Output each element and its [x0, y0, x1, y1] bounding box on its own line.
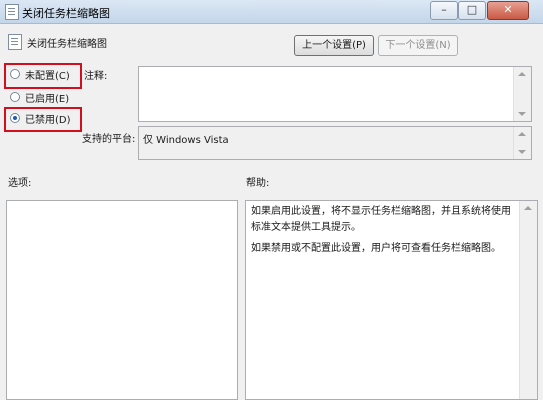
- radio-enabled[interactable]: 已启用(E): [10, 89, 69, 105]
- comment-scrollbar[interactable]: [513, 67, 531, 121]
- help-paragraph: 如果启用此设置，将不显示任务栏缩略图，并且系统将使用标准文本提供工具提示。: [251, 206, 511, 233]
- radio-circle[interactable]: [10, 92, 20, 102]
- highlight-disabled: [4, 107, 82, 132]
- platform-field: 仅 Windows Vista: [138, 126, 532, 160]
- next-setting-button[interactable]: 下一个设置(N): [378, 35, 458, 56]
- options-pane: [6, 200, 238, 400]
- maximize-button[interactable]: □: [458, 1, 486, 20]
- scroll-down-icon[interactable]: [518, 112, 526, 116]
- platform-label: 支持的平台:: [82, 134, 136, 145]
- minimize-button[interactable]: –: [430, 1, 458, 20]
- scroll-up-icon[interactable]: [518, 72, 526, 76]
- previous-setting-button[interactable]: 上一个设置(P): [294, 35, 374, 56]
- setting-icon: [8, 34, 22, 50]
- comment-label: 注释:: [84, 71, 108, 82]
- title-bar: 关闭任务栏缩略图 – □ ✕: [0, 0, 543, 24]
- help-label: 帮助:: [246, 178, 270, 189]
- platform-scrollbar[interactable]: [513, 127, 531, 159]
- platform-value: 仅 Windows Vista: [143, 135, 229, 146]
- options-label: 选项:: [8, 178, 32, 189]
- help-paragraph: 如果禁用或不配置此设置，用户将可查看任务栏缩略图。: [251, 243, 501, 254]
- help-pane: 如果启用此设置，将不显示任务栏缩略图，并且系统将使用标准文本提供工具提示。 如果…: [245, 200, 538, 400]
- help-scrollbar[interactable]: [519, 201, 537, 399]
- comment-textarea[interactable]: [138, 66, 532, 122]
- scroll-up-icon[interactable]: [518, 132, 526, 136]
- scroll-down-icon[interactable]: [518, 150, 526, 154]
- scroll-up-icon[interactable]: [524, 206, 532, 210]
- radio-label: 已启用(E): [25, 93, 70, 105]
- window-title: 关闭任务栏缩略图: [22, 7, 110, 20]
- close-button[interactable]: ✕: [487, 1, 529, 20]
- highlight-not-configured: [4, 63, 82, 89]
- setting-title: 关闭任务栏缩略图: [27, 39, 107, 50]
- policy-icon: [5, 4, 19, 20]
